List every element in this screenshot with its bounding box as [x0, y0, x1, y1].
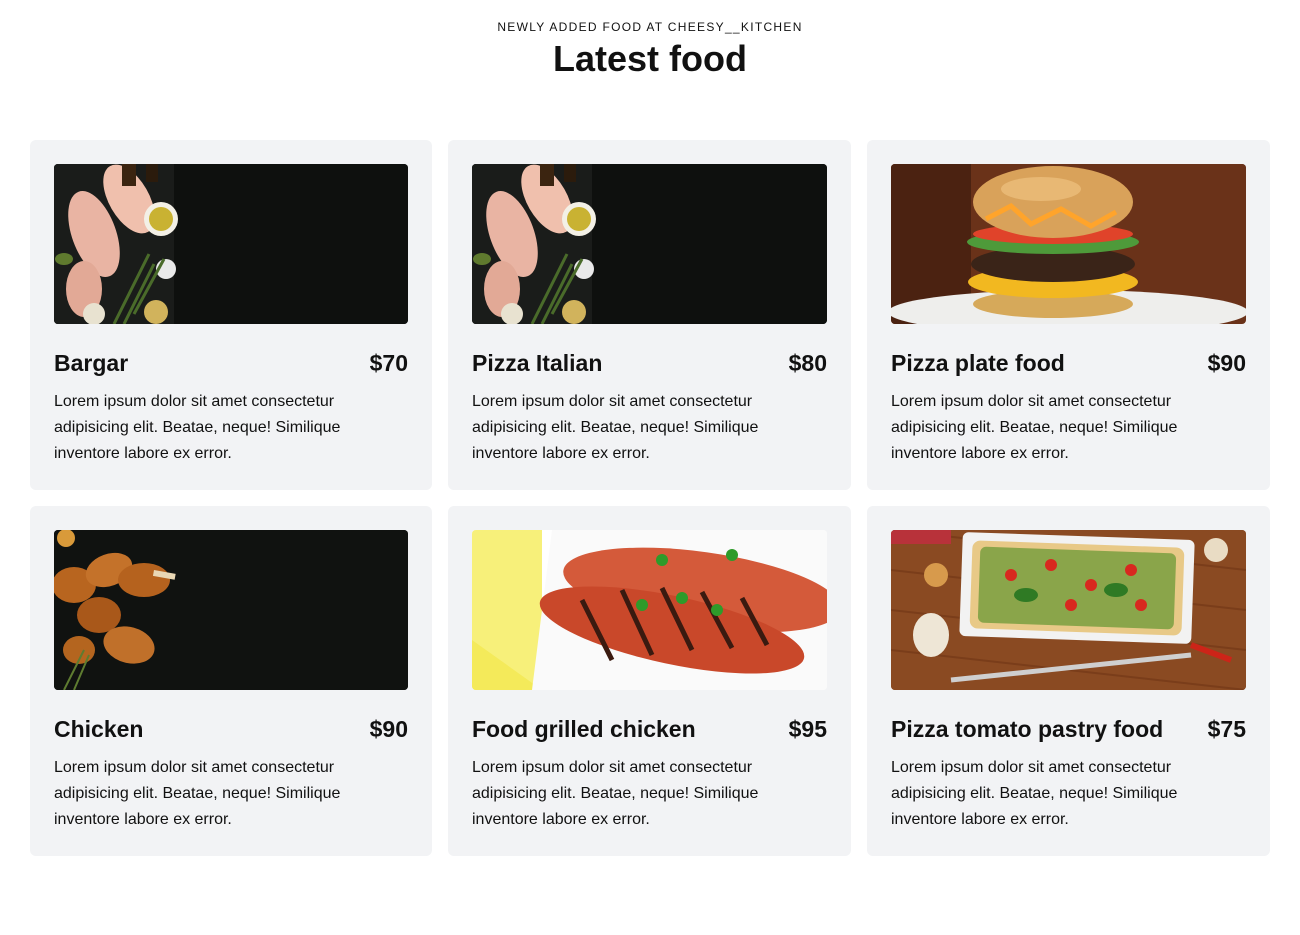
- food-card[interactable]: Pizza Italian $80 Lorem ipsum dolor sit …: [448, 140, 851, 490]
- food-card[interactable]: Pizza tomato pastry food $75 Lorem ipsum…: [867, 506, 1270, 856]
- food-description: Lorem ipsum dolor sit amet consectetur a…: [472, 393, 759, 462]
- food-image-cheeseburger: [891, 164, 1246, 324]
- food-price: $75: [1207, 716, 1246, 742]
- section-header: NEWLY ADDED FOOD AT CHEESY__KITCHEN Late…: [0, 0, 1300, 80]
- food-description: Lorem ipsum dolor sit amet consectetur a…: [54, 393, 341, 462]
- food-grid: Bargar $70 Lorem ipsum dolor sit amet co…: [30, 140, 1270, 856]
- food-price: $90: [369, 716, 408, 742]
- food-description: Lorem ipsum dolor sit amet consectetur a…: [891, 759, 1178, 828]
- food-description: Lorem ipsum dolor sit amet consectetur a…: [472, 759, 759, 828]
- food-name: Pizza plate food: [891, 350, 1065, 376]
- food-image-raw-chicken: [472, 164, 827, 324]
- food-name: Bargar: [54, 350, 129, 376]
- food-image-raw-chicken: [54, 164, 408, 324]
- food-name: Pizza Italian: [472, 350, 603, 376]
- food-price: $80: [788, 350, 827, 376]
- food-price: $95: [788, 716, 827, 742]
- food-name: Pizza tomato pastry food: [891, 716, 1164, 742]
- food-image-tomato-pizza: [891, 530, 1246, 690]
- food-description: Lorem ipsum dolor sit amet consectetur a…: [54, 759, 341, 828]
- food-card[interactable]: Chicken $90 Lorem ipsum dolor sit amet c…: [30, 506, 432, 856]
- food-name: Chicken: [54, 716, 144, 742]
- food-card[interactable]: Food grilled chicken $95 Lorem ipsum dol…: [448, 506, 851, 856]
- food-card[interactable]: Pizza plate food $90 Lorem ipsum dolor s…: [867, 140, 1270, 490]
- food-image-fried-chicken: [54, 530, 408, 690]
- food-price: $90: [1207, 350, 1246, 376]
- food-name: Food grilled chicken: [472, 716, 696, 742]
- section-eyebrow: NEWLY ADDED FOOD AT CHEESY__KITCHEN: [497, 20, 803, 34]
- food-price: $70: [369, 350, 408, 376]
- section-title: Latest food: [553, 38, 747, 79]
- food-card[interactable]: Bargar $70 Lorem ipsum dolor sit amet co…: [30, 140, 432, 490]
- food-image-grilled-chicken: [472, 530, 827, 690]
- food-description: Lorem ipsum dolor sit amet consectetur a…: [891, 393, 1178, 462]
